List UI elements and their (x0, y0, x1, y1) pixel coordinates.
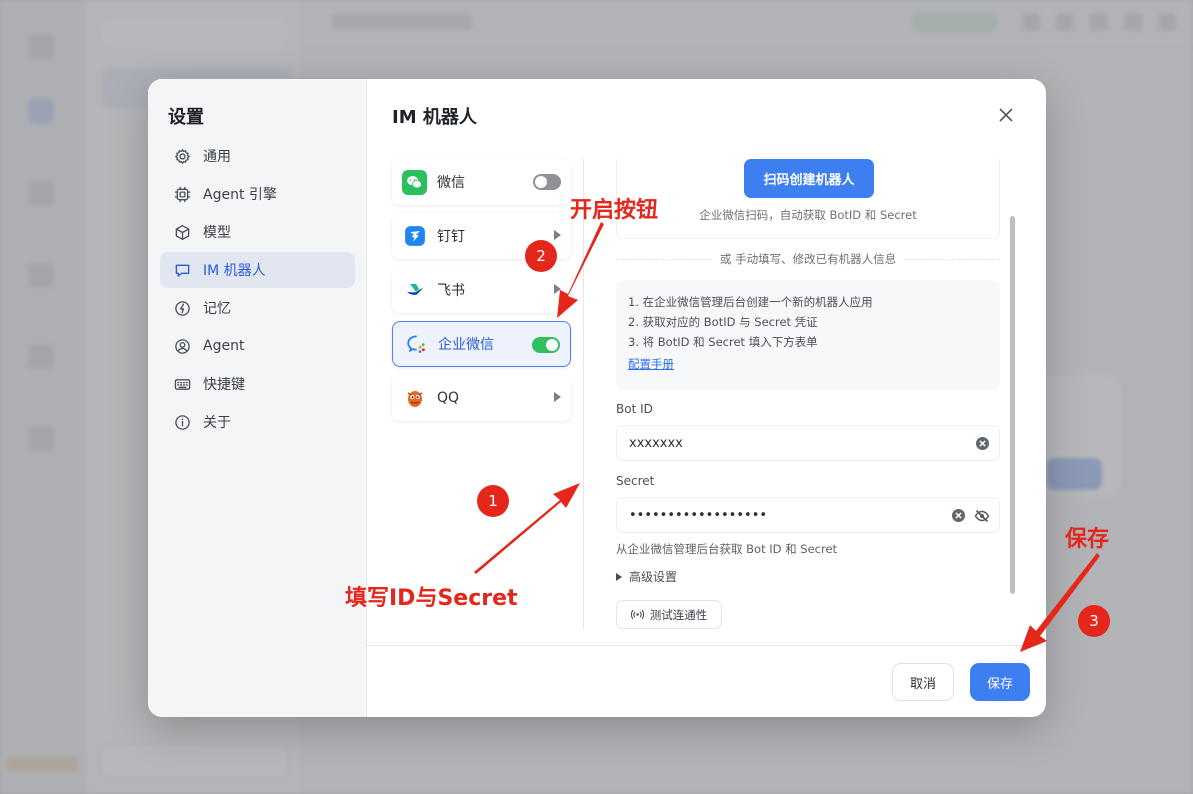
nav-label: Agent 引擎 (203, 187, 277, 203)
annotation-badge-3: 3 (1078, 605, 1110, 637)
nav-label: 记忆 (203, 301, 231, 317)
bot-id-value: xxxxxxx (629, 435, 683, 451)
bot-id-label: Bot ID (616, 402, 653, 416)
cpu-icon (173, 185, 191, 203)
nav-label: IM 机器人 (203, 263, 266, 279)
secret-label: Secret (616, 474, 655, 488)
nav-item-agent-engine[interactable]: Agent 引擎 (160, 176, 355, 212)
nav-item-agent[interactable]: Agent (160, 328, 355, 364)
feishu-icon (402, 278, 427, 303)
nav-label: 通用 (203, 149, 231, 165)
nav-item-about[interactable]: 关于 (160, 404, 355, 440)
settings-title: 设置 (168, 107, 204, 128)
chevron-right-icon (554, 392, 561, 402)
platform-label: 企业微信 (438, 337, 494, 353)
keyboard-icon (173, 375, 191, 393)
clear-icon[interactable] (952, 509, 965, 522)
platform-item-qq[interactable]: QQ (392, 375, 571, 421)
cancel-button[interactable]: 取消 (892, 663, 954, 701)
manual-divider-text: 或 手动填写、修改已有机器人信息 (616, 251, 1000, 267)
chat-bubble-icon (173, 261, 191, 279)
nav-item-shortcuts[interactable]: 快捷键 (160, 366, 355, 402)
platform-item-wecom[interactable]: 企业微信 (392, 321, 571, 367)
nav-item-model[interactable]: 模型 (160, 214, 355, 250)
bot-id-input[interactable]: xxxxxxx (616, 425, 1000, 461)
nav-label: 关于 (203, 415, 231, 431)
test-connection-button[interactable]: 测试连通性 (616, 600, 722, 629)
test-connection-label: 测试连通性 (649, 607, 708, 622)
annotation-toggle-text: 开启按钮 (570, 198, 659, 223)
platform-label: 飞书 (437, 283, 465, 299)
settings-dialog: 设置 通用 Agent 引擎 模型 IM 机器人 记忆 Agent 快捷键 关于… (148, 79, 1046, 717)
advanced-settings-label: 高级设置 (629, 570, 678, 584)
chevron-right-icon (554, 230, 561, 240)
cube-icon (173, 223, 191, 241)
chevron-right-icon (554, 284, 561, 294)
step-3: 3. 将 BotID 和 Secret 填入下方表单 (628, 335, 818, 349)
platform-label: QQ (437, 390, 460, 406)
qq-icon (402, 386, 427, 411)
platform-item-wechat[interactable]: 微信 (392, 159, 571, 205)
page-title: IM 机器人 (392, 107, 477, 128)
wecom-icon (403, 332, 428, 357)
close-button[interactable] (996, 105, 1016, 125)
bolt-icon (173, 299, 191, 317)
secret-hint: 从企业微信管理后台获取 Bot ID 和 Secret (616, 542, 838, 556)
manual-divider-label: 或 手动填写、修改已有机器人信息 (711, 252, 905, 266)
scrollbar[interactable] (1010, 216, 1015, 594)
wechat-toggle[interactable] (533, 174, 561, 190)
wechat-icon (402, 169, 427, 195)
platform-item-feishu[interactable]: 飞书 (392, 267, 571, 313)
step-2: 2. 获取对应的 BotID 与 Secret 凭证 (628, 315, 818, 329)
step-1: 1. 在企业微信管理后台创建一个新的机器人应用 (628, 295, 873, 309)
close-icon (999, 108, 1013, 122)
caret-right-icon (616, 572, 622, 581)
nav-item-general[interactable]: 通用 (160, 138, 355, 174)
annotation-save-text: 保存 (1065, 527, 1110, 552)
setup-steps: 1. 在企业微信管理后台创建一个新的机器人应用 2. 获取对应的 BotID 与… (616, 280, 1000, 390)
nav-item-im-bot[interactable]: IM 机器人 (160, 252, 355, 288)
nav-label: 快捷键 (203, 377, 245, 393)
nav-label: Agent (203, 338, 245, 354)
divider (367, 645, 1046, 646)
nav-label: 模型 (203, 225, 231, 241)
wecom-toggle[interactable] (532, 337, 560, 353)
manual-link[interactable]: 配置手册 (628, 352, 674, 376)
gear-icon (173, 147, 191, 165)
annotation-fill-text: 填写ID与Secret (345, 586, 518, 611)
secret-input[interactable]: •••••••••••••••••• (616, 497, 1000, 533)
info-icon (173, 413, 191, 431)
settings-sidebar: 设置 通用 Agent 引擎 模型 IM 机器人 记忆 Agent 快捷键 关于 (148, 79, 367, 717)
annotation-badge-1: 1 (477, 485, 509, 517)
advanced-settings-toggle[interactable]: 高级设置 (616, 568, 677, 585)
save-button[interactable]: 保存 (970, 663, 1030, 701)
nav-item-memory[interactable]: 记忆 (160, 290, 355, 326)
scan-hint: 企业微信扫码，自动获取 BotID 和 Secret (699, 208, 917, 222)
scan-create-bot-button[interactable]: 扫码创建机器人 (744, 159, 874, 198)
user-circle-icon (173, 337, 191, 355)
eye-off-icon[interactable] (974, 508, 990, 524)
signal-icon (630, 609, 644, 620)
platform-label: 微信 (437, 175, 465, 191)
clear-icon[interactable] (976, 437, 989, 450)
divider (583, 159, 584, 629)
platform-label: 钉钉 (437, 229, 465, 245)
dingtalk-icon (402, 223, 427, 249)
secret-value: •••••••••••••••••• (629, 507, 768, 523)
annotation-badge-2: 2 (525, 240, 557, 272)
